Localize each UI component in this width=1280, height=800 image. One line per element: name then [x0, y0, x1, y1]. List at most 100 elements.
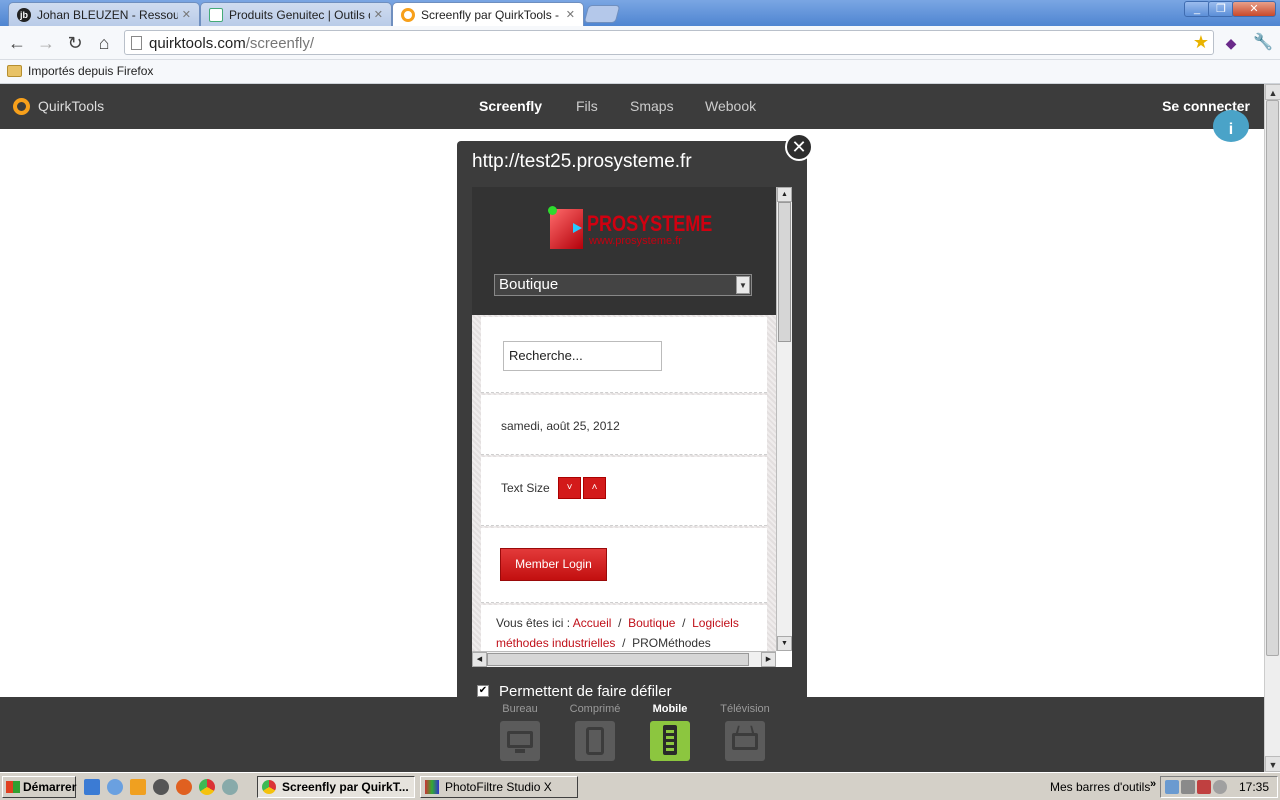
device-label: Télévision [720, 703, 770, 715]
maximize-button[interactable]: ❐ [1208, 1, 1234, 17]
toolbars-label[interactable]: Mes barres d'outils [1050, 780, 1150, 794]
site-nav-select[interactable]: Boutique ▼ [494, 274, 752, 296]
nav-smaps[interactable]: Smaps [630, 98, 674, 114]
site-logo-text: PROSYSTEME [587, 211, 713, 236]
address-url: quirktools.com/screenfly/ [149, 35, 314, 52]
breadcrumb-link-accueil[interactable]: Accueil [573, 616, 612, 630]
device-label: Bureau [502, 703, 538, 715]
task-photofiltre[interactable]: PhotoFiltre Studio X [420, 776, 578, 798]
wrench-icon[interactable]: 🔧 [1252, 32, 1274, 54]
close-icon[interactable]: ✕ [785, 133, 813, 161]
tab-johan-bleuzen[interactable]: jb Johan BLEUZEN - Ressource ✕ [8, 2, 200, 26]
scroll-up-icon[interactable]: ▲ [1265, 84, 1280, 100]
frame-vertical-scrollbar[interactable]: ▲ ▼ [776, 187, 792, 651]
scroll-down-icon[interactable]: ▼ [777, 636, 792, 651]
tab-close-icon[interactable]: ✕ [374, 8, 383, 21]
device-bureau[interactable]: Bureau [490, 703, 550, 761]
security-alert-icon[interactable] [1197, 780, 1211, 794]
quicklaunch-firefox-icon[interactable] [176, 779, 192, 795]
page-icon [131, 36, 142, 50]
preview-modal: http://test25.prosysteme.fr ✕ PROSYSTEME… [457, 133, 813, 701]
bookmark-folder-imported[interactable]: Importés depuis Firefox [28, 64, 153, 78]
quicklaunch-chrome-icon[interactable] [199, 779, 215, 795]
scroll-thumb[interactable] [1266, 100, 1279, 656]
scroll-left-icon[interactable]: ◀ [472, 652, 487, 667]
brand-name[interactable]: QuirkTools [38, 98, 104, 114]
scroll-thumb[interactable] [487, 653, 749, 666]
scroll-up-icon[interactable]: ▲ [777, 187, 792, 202]
nav-webook[interactable]: Webook [705, 98, 756, 114]
select-value: Boutique [499, 276, 559, 293]
breadcrumb-current: PROMéthodes [632, 636, 711, 650]
address-bar[interactable]: quirktools.com/screenfly/ ★ [124, 30, 1214, 55]
bookmark-star-icon[interactable]: ★ [1193, 32, 1209, 53]
home-icon[interactable]: ⌂ [93, 32, 115, 54]
quicklaunch-outlook-icon[interactable] [130, 779, 146, 795]
quicklaunch-app-icon[interactable] [153, 779, 169, 795]
taskbar-clock[interactable]: 17:35 [1239, 780, 1269, 794]
site-body: Recherche... samedi, août 25, 2012 Text … [472, 315, 776, 667]
nav-fils[interactable]: Fils [576, 98, 598, 114]
scroll-right-icon[interactable]: ▶ [761, 652, 776, 667]
start-label: Démarrer [23, 780, 77, 794]
info-icon[interactable]: i [1213, 110, 1249, 142]
tab-label: Produits Genuitec | Outils de d [229, 7, 370, 22]
page-vertical-scrollbar[interactable]: ▲ ▼ [1264, 84, 1280, 772]
task-screenfly[interactable]: Screenfly par QuirkT... [257, 776, 415, 798]
tablet-icon[interactable] [575, 721, 615, 761]
search-input[interactable]: Recherche... [503, 341, 662, 371]
volume-icon[interactable] [1181, 780, 1195, 794]
device-selector-bar: Bureau Comprimé Mobile Télévision [0, 697, 1264, 772]
quicklaunch-ie-icon[interactable] [107, 779, 123, 795]
tab-label: Johan BLEUZEN - Ressource [37, 7, 178, 22]
reload-icon[interactable]: ↻ [64, 32, 86, 54]
network-icon[interactable] [1165, 780, 1179, 794]
nav-screenfly[interactable]: Screenfly [479, 98, 542, 114]
site-header: PROSYSTEME www.prosysteme.fr Boutique ▼ [472, 187, 776, 315]
preview-url: http://test25.prosysteme.fr [472, 151, 692, 172]
monitor-icon[interactable] [500, 721, 540, 761]
folder-icon [7, 65, 22, 77]
web-page: QuirkTools Screenfly Fils Smaps Webook S… [0, 84, 1264, 772]
device-comprime[interactable]: Comprimé [565, 703, 625, 761]
minimize-button[interactable]: _ [1184, 1, 1210, 17]
scroll-down-icon[interactable]: ▼ [1265, 756, 1280, 772]
text-size-increase-button[interactable]: ˄ [583, 477, 606, 499]
close-window-button[interactable]: ✕ [1232, 1, 1276, 17]
mobile-phone-icon[interactable] [650, 721, 690, 761]
start-button[interactable]: Démarrer [2, 776, 76, 798]
chevron-down-icon[interactable]: ▼ [736, 276, 750, 294]
device-television[interactable]: Télévision [715, 703, 775, 761]
tv-icon[interactable] [725, 721, 765, 761]
device-label: Comprimé [569, 703, 621, 715]
scroll-thumb[interactable] [778, 202, 791, 342]
tab-genuitec[interactable]: Produits Genuitec | Outils de d ✕ [200, 2, 392, 26]
windows-taskbar: Démarrer Screenfly par QuirkT... PhotoFi… [0, 772, 1280, 800]
tab-close-icon[interactable]: ✕ [566, 8, 575, 21]
back-arrow-icon[interactable]: ← [6, 32, 28, 54]
quicklaunch-desktop-icon[interactable] [84, 779, 100, 795]
member-login-button[interactable]: Member Login [500, 548, 607, 581]
text-size-label: Text Size [501, 481, 550, 495]
url-path: /screenfly/ [245, 35, 315, 52]
quicklaunch-app-icon[interactable] [222, 779, 238, 795]
quirktools-logo-icon[interactable] [13, 98, 30, 115]
mobile-preview-frame[interactable]: PROSYSTEME www.prosysteme.fr Boutique ▼ … [472, 187, 792, 667]
forward-arrow-icon[interactable]: → [35, 32, 57, 54]
device-mobile[interactable]: Mobile [640, 703, 700, 761]
new-tab-button[interactable] [583, 5, 621, 23]
clock-sync-icon[interactable] [1213, 780, 1227, 794]
device-label: Mobile [652, 703, 688, 715]
quirktools-navbar: QuirkTools Screenfly Fils Smaps Webook S… [0, 84, 1264, 129]
tab-screenfly[interactable]: Screenfly par QuirkTools - Tes ✕ [392, 2, 584, 26]
text-size-decrease-button[interactable]: ˅ [558, 477, 581, 499]
chevron-right-icon[interactable]: » [1150, 778, 1156, 790]
current-date: samedi, août 25, 2012 [501, 419, 620, 433]
tab-close-icon[interactable]: ✕ [182, 8, 191, 21]
url-host: quirktools.com [149, 35, 246, 52]
extension-icon[interactable]: ◆ [1220, 32, 1242, 54]
scroll-checkbox[interactable]: ✔ [477, 685, 489, 697]
system-tray: 17:35 [1160, 776, 1278, 798]
breadcrumb-link-boutique[interactable]: Boutique [628, 616, 675, 630]
frame-horizontal-scrollbar[interactable]: ◀ ▶ [472, 651, 776, 667]
